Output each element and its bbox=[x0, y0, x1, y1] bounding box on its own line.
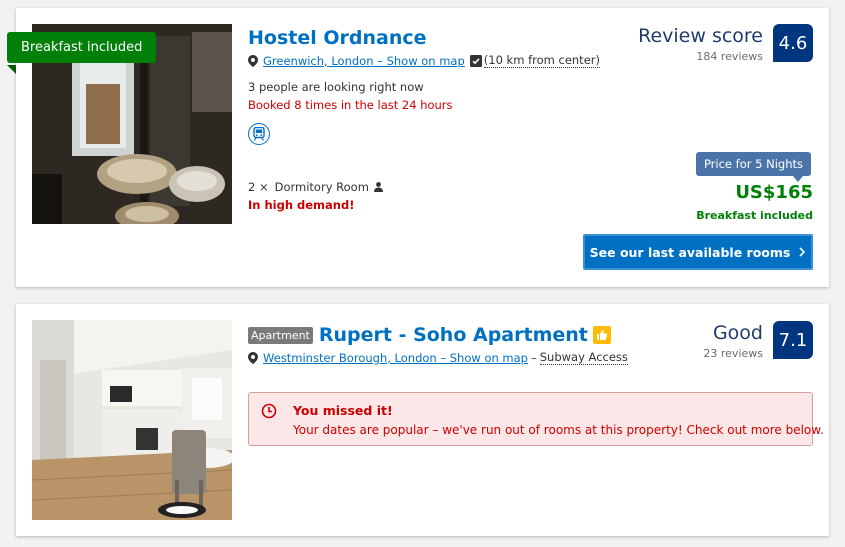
price-for-nights-tooltip: Price for 5 Nights bbox=[695, 152, 811, 176]
sold-out-alert: You missed it! Your dates are popular – … bbox=[248, 392, 824, 446]
show-on-map-link[interactable]: Westminster Borough, London – Show on ma… bbox=[263, 351, 528, 365]
map-pin-icon bbox=[248, 54, 258, 67]
clock-icon bbox=[261, 403, 277, 419]
review-score-label[interactable]: Review score bbox=[638, 25, 763, 47]
review-count: 23 reviews bbox=[703, 347, 763, 360]
badge-fold bbox=[7, 65, 16, 74]
review-score-label[interactable]: Good bbox=[713, 322, 763, 344]
breakfast-badge: Breakfast included bbox=[7, 32, 157, 63]
train-icon bbox=[248, 123, 270, 145]
property-address: Greenwich, London – Show on map (10 km f… bbox=[248, 53, 600, 68]
property-photo[interactable] bbox=[32, 320, 232, 520]
high-demand-text: In high demand! bbox=[248, 198, 355, 212]
property-type-label: Apartment bbox=[248, 326, 313, 344]
show-on-map-link[interactable]: Greenwich, London – Show on map bbox=[263, 54, 465, 68]
person-icon bbox=[373, 182, 383, 192]
subway-access: Subway Access bbox=[539, 350, 628, 365]
alert-message: Your dates are popular – we've run out o… bbox=[293, 423, 824, 437]
price-breakfast-note: Breakfast included bbox=[696, 209, 813, 222]
thumbs-up-icon bbox=[592, 326, 611, 344]
price: US$165 bbox=[735, 182, 813, 203]
chevron-right-icon bbox=[799, 247, 806, 257]
review-score-badge[interactable]: 7.1 bbox=[773, 321, 813, 359]
distance-from-center: (10 km from center) bbox=[483, 53, 600, 68]
map-pin-icon bbox=[248, 351, 258, 364]
people-looking: 3 people are looking right now bbox=[248, 80, 424, 94]
check-square-icon bbox=[469, 54, 482, 67]
property-card-2: Apartment Rupert - Soho Apartment Westmi… bbox=[16, 304, 829, 536]
property-address: Westminster Borough, London – Show on ma… bbox=[248, 350, 628, 365]
see-rooms-label: See our last available rooms bbox=[589, 244, 791, 260]
room-info: 2 × Dormitory Room bbox=[248, 180, 383, 194]
property-title[interactable]: Rupert - Soho Apartment bbox=[319, 324, 588, 346]
alert-title: You missed it! bbox=[293, 403, 393, 418]
see-rooms-button[interactable]: See our last available rooms bbox=[583, 234, 813, 270]
recent-bookings: Booked 8 times in the last 24 hours bbox=[248, 98, 453, 112]
room-count: 2 × bbox=[248, 180, 269, 194]
property-title[interactable]: Hostel Ordnance bbox=[248, 27, 427, 49]
review-score-badge[interactable]: 4.6 bbox=[773, 24, 813, 62]
apartment-photo-illustration bbox=[32, 320, 232, 520]
separator: – bbox=[530, 350, 537, 365]
property-card-1: Breakfast included Hostel Ordnance Green… bbox=[7, 8, 829, 287]
review-count: 184 reviews bbox=[696, 50, 763, 63]
room-type: Dormitory Room bbox=[274, 180, 369, 194]
property-title-row: Apartment Rupert - Soho Apartment bbox=[248, 324, 611, 346]
